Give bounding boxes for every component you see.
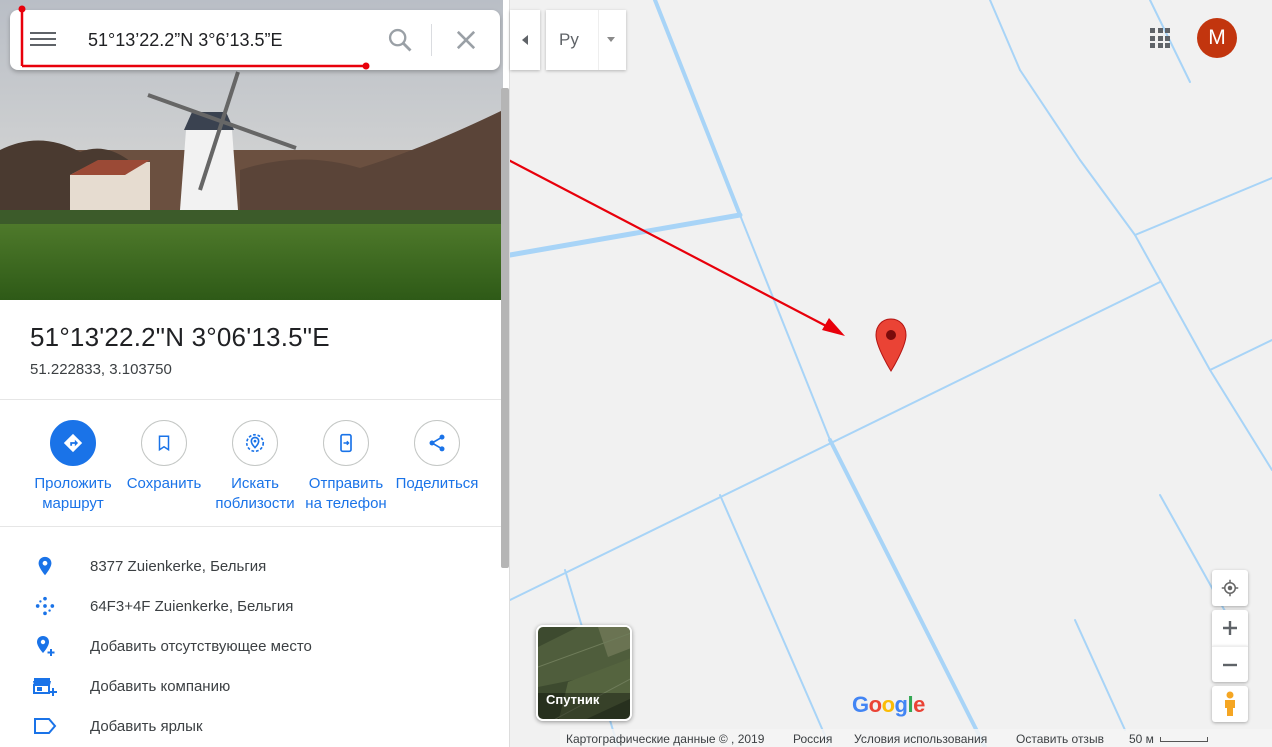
directions-label: Проложить маршрут [34,475,112,512]
add-place-text: Добавить отсутствующее место [90,637,312,655]
zoom-out-button[interactable] [1212,646,1248,682]
panel-scrollbar[interactable] [501,88,509,568]
terms-link[interactable]: Условия использования [854,732,987,746]
share-button[interactable]: Поделиться [391,420,483,494]
zoom-in-button[interactable] [1212,610,1248,646]
google-logo: Google [852,692,925,717]
chevron-left-icon [522,35,528,45]
plus-code-row[interactable]: 64F3+4F Zuienkerke, Бельгия [0,588,503,624]
satellite-label: Спутник [546,692,600,707]
save-button[interactable]: Сохранить [118,420,210,494]
scale-bar [1160,737,1208,742]
plus-code-text: 64F3+4F Zuienkerke, Бельгия [90,597,294,615]
layers-separator [598,10,599,70]
layers-label: Ру [559,30,579,49]
feedback-link[interactable]: Оставить отзыв [1016,732,1104,746]
share-label: Поделиться [395,475,479,492]
place-coordinates: 51.222833, 3.103750 [30,361,172,378]
collapse-panel-button[interactable] [510,10,540,70]
minus-icon [1223,663,1237,666]
location-marker-icon[interactable] [874,318,908,372]
my-location-icon [1221,579,1239,597]
add-place-icon [37,636,55,656]
send-to-phone-label: Отправить на телефон [305,475,387,512]
annotation-bracket [18,5,370,70]
send-to-phone-button[interactable]: Отправить на телефон [300,420,392,514]
add-business-icon [33,678,57,696]
directions-button[interactable]: Проложить маршрут [27,420,119,514]
add-business-text: Добавить компанию [90,677,231,695]
action-bar: Проложить маршрут Сохранить Искать побли… [0,401,503,527]
add-label-row[interactable]: Добавить ярлык [0,708,503,744]
avatar[interactable]: M [1197,18,1237,58]
close-icon[interactable] [452,26,480,54]
address-text: 8377 Zuienkerke, Бельгия [90,557,267,575]
share-icon [429,434,445,452]
plus-icon [1223,621,1237,635]
satellite-toggle[interactable]: Спутник [536,625,632,721]
place-title: 51°13'22.2"N 3°06'13.5"E [30,322,330,352]
map-data-attribution[interactable]: Картографические данные © , 2019 [566,732,764,746]
add-label-text: Добавить ярлык [90,717,203,735]
location-pin-icon [38,556,52,576]
layers-control[interactable]: Ру [546,10,626,70]
street-view-button[interactable] [1212,686,1248,722]
bookmark-icon [158,435,170,452]
label-icon [34,718,57,734]
plus-code-icon [35,596,55,616]
chevron-down-icon[interactable] [607,37,615,42]
scale-label[interactable]: 50 м [1129,732,1154,746]
nearby-label: Искать поблизости [215,475,295,512]
pegman-icon [1225,691,1235,716]
add-business-row[interactable]: Добавить компанию [0,668,503,704]
address-row[interactable]: 8377 Zuienkerke, Бельгия [0,548,503,584]
country-link[interactable]: Россия [793,732,832,746]
add-place-row[interactable]: Добавить отсутствующее место [0,628,503,664]
nearby-button[interactable]: Искать поблизости [209,420,301,514]
place-header: 51°13'22.2"N 3°06'13.5"E 51.222833, 3.10… [0,300,503,400]
send-to-phone-icon [340,433,352,453]
place-panel: 51°13'22.2"N 3°06'13.5"E 51.222833, 3.10… [0,0,510,747]
my-location-button[interactable] [1212,570,1248,606]
search-divider [431,24,432,56]
save-label: Сохранить [126,475,202,492]
directions-icon [63,433,83,453]
map-footer: Картографические данные © , 2019 Россия … [560,729,1272,747]
nearby-icon [245,433,265,453]
apps-grid-icon[interactable] [1150,28,1170,48]
